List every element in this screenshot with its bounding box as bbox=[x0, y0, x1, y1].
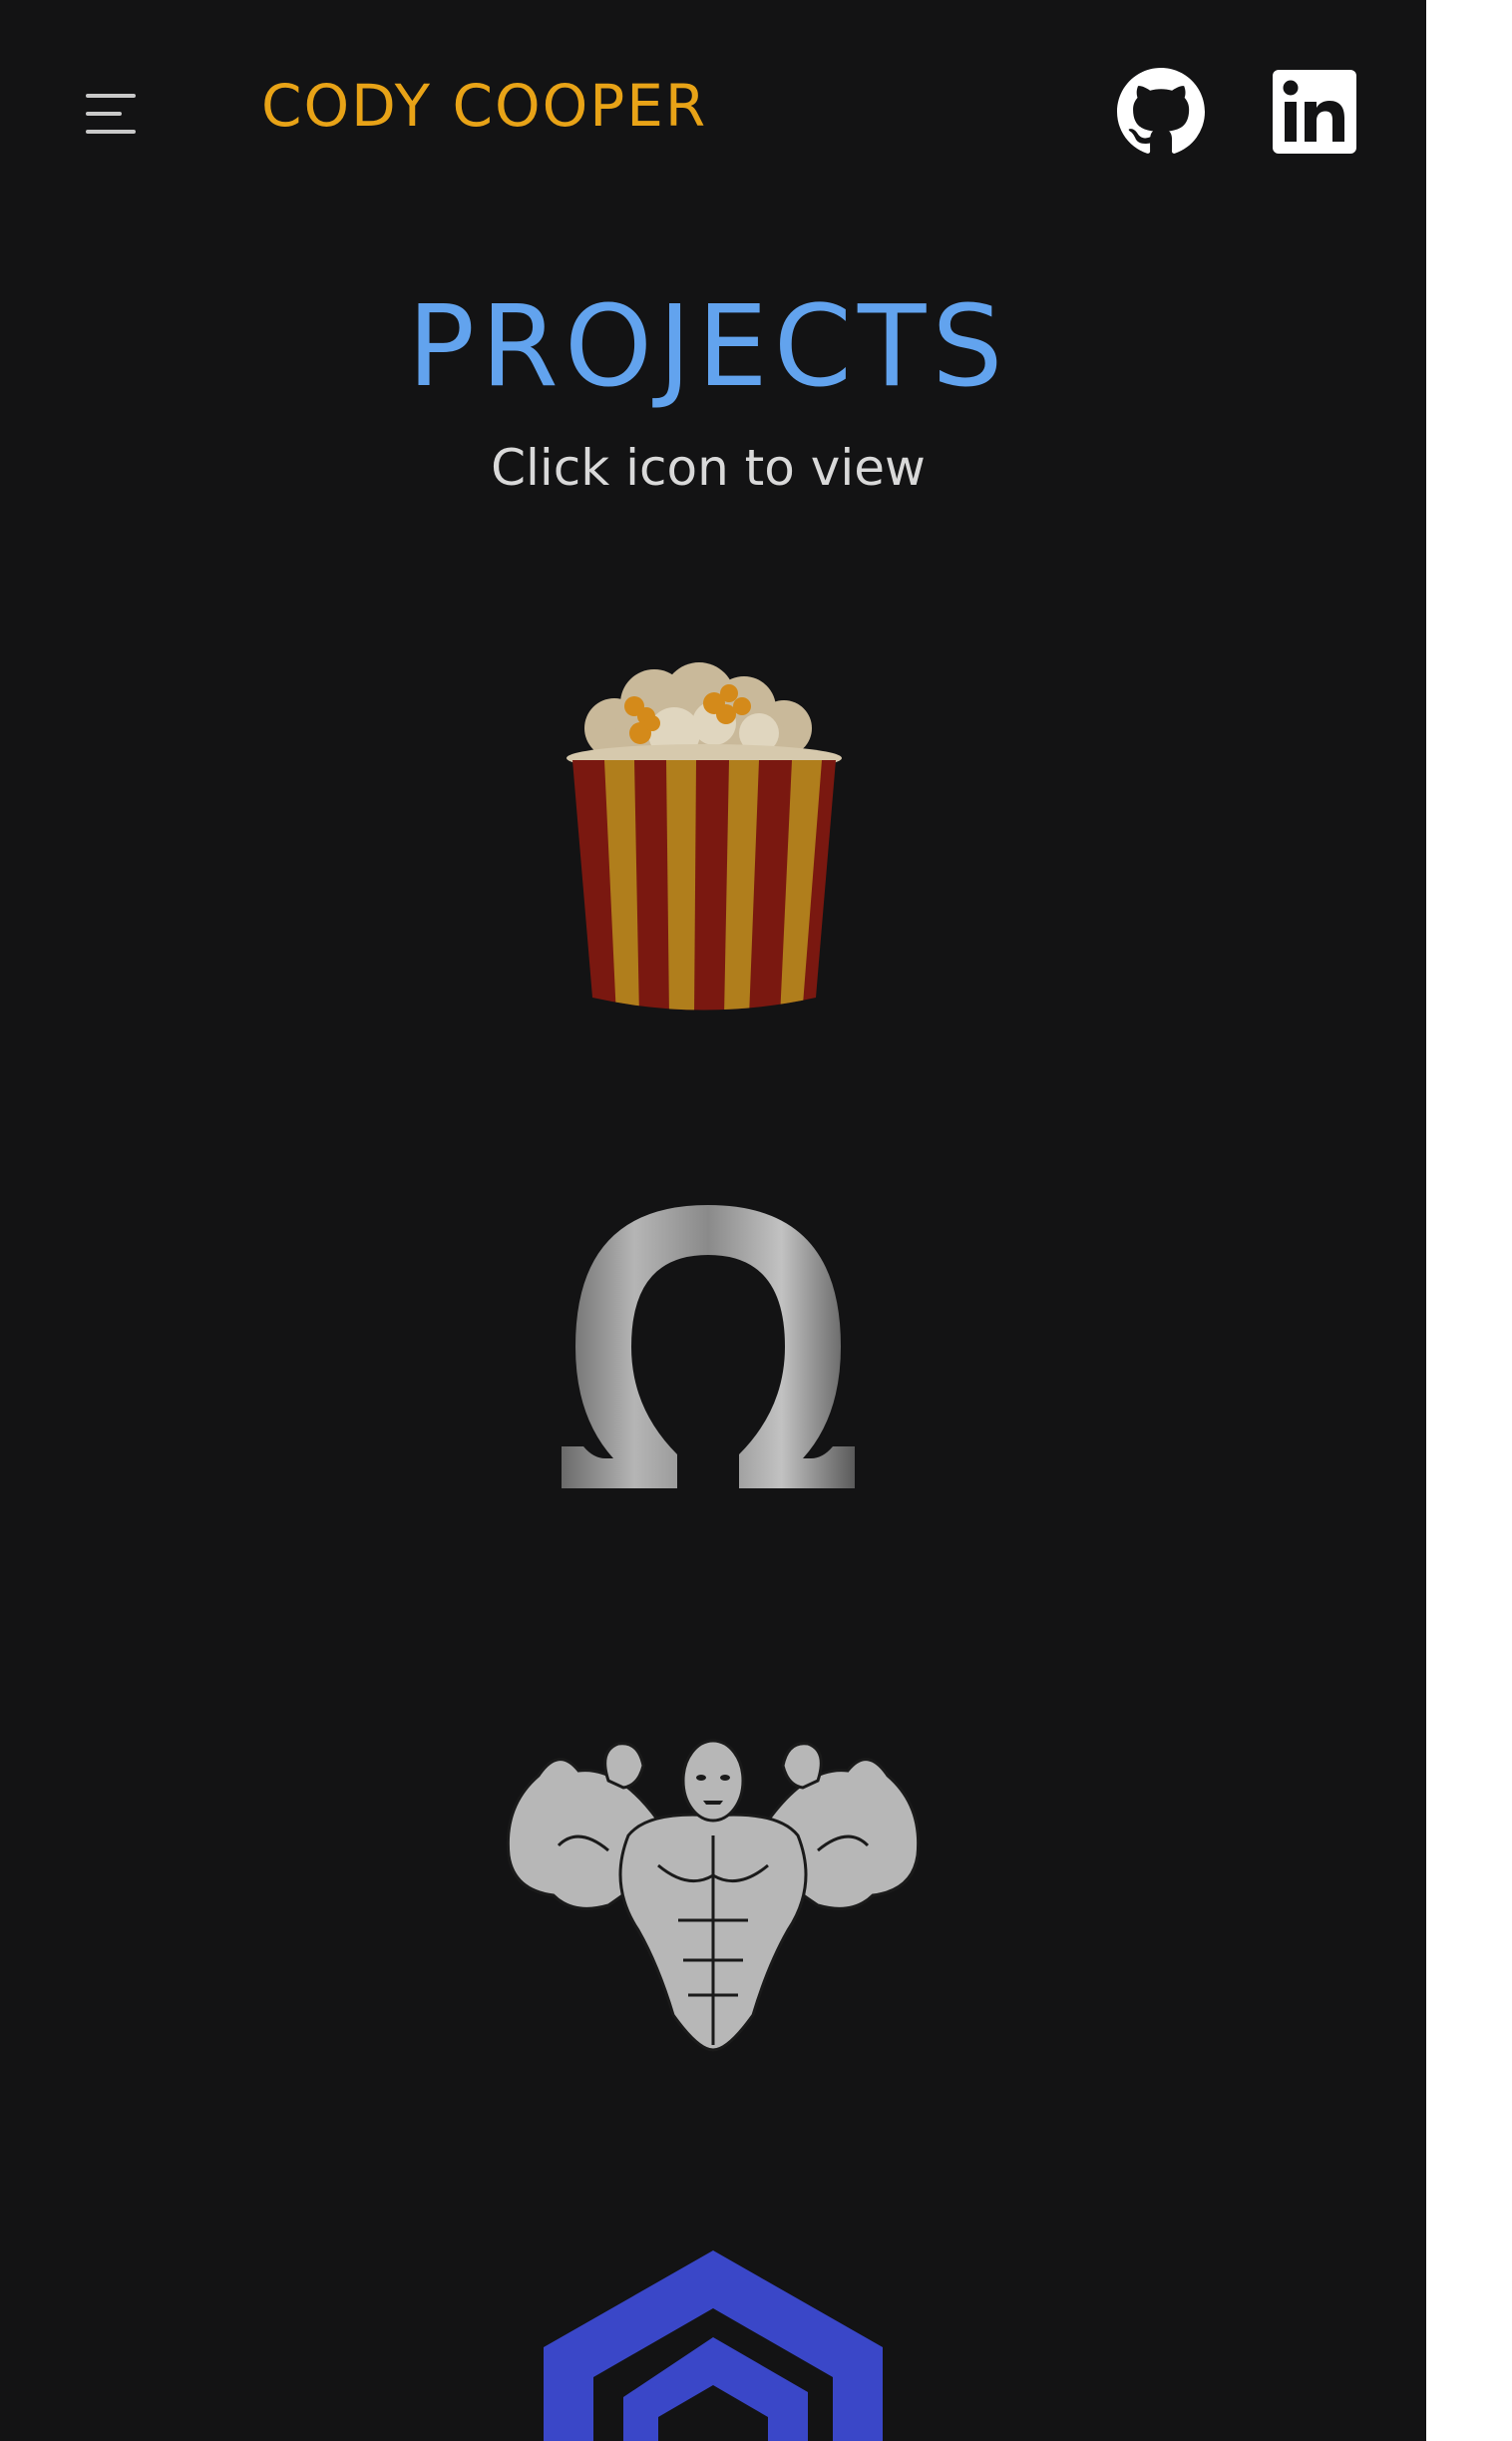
project-link-cube-logo[interactable] bbox=[529, 2242, 898, 2441]
page: CODY COOPER PROJECTS Click icon to view bbox=[0, 0, 1426, 2441]
omega-icon bbox=[562, 1205, 855, 1488]
page-title: PROJECTS bbox=[407, 282, 1009, 412]
site-brand-link[interactable]: CODY COOPER bbox=[261, 72, 707, 140]
menu-bar bbox=[86, 130, 136, 134]
page-subtitle: Click icon to view bbox=[491, 439, 926, 497]
popcorn-icon bbox=[567, 662, 842, 1011]
project-link-omega[interactable] bbox=[554, 1197, 863, 1496]
project-link-popcorn[interactable] bbox=[555, 648, 854, 1017]
menu-bar bbox=[86, 112, 122, 116]
project-link-bodybuilder[interactable] bbox=[499, 1726, 928, 2055]
menu-bar bbox=[86, 94, 136, 98]
hexagon-cube-logo-icon bbox=[544, 2250, 883, 2441]
hamburger-menu-icon[interactable] bbox=[76, 86, 146, 142]
github-icon[interactable] bbox=[1117, 68, 1205, 156]
linkedin-icon[interactable] bbox=[1271, 68, 1358, 156]
bodybuilder-icon bbox=[506, 1739, 921, 2052]
